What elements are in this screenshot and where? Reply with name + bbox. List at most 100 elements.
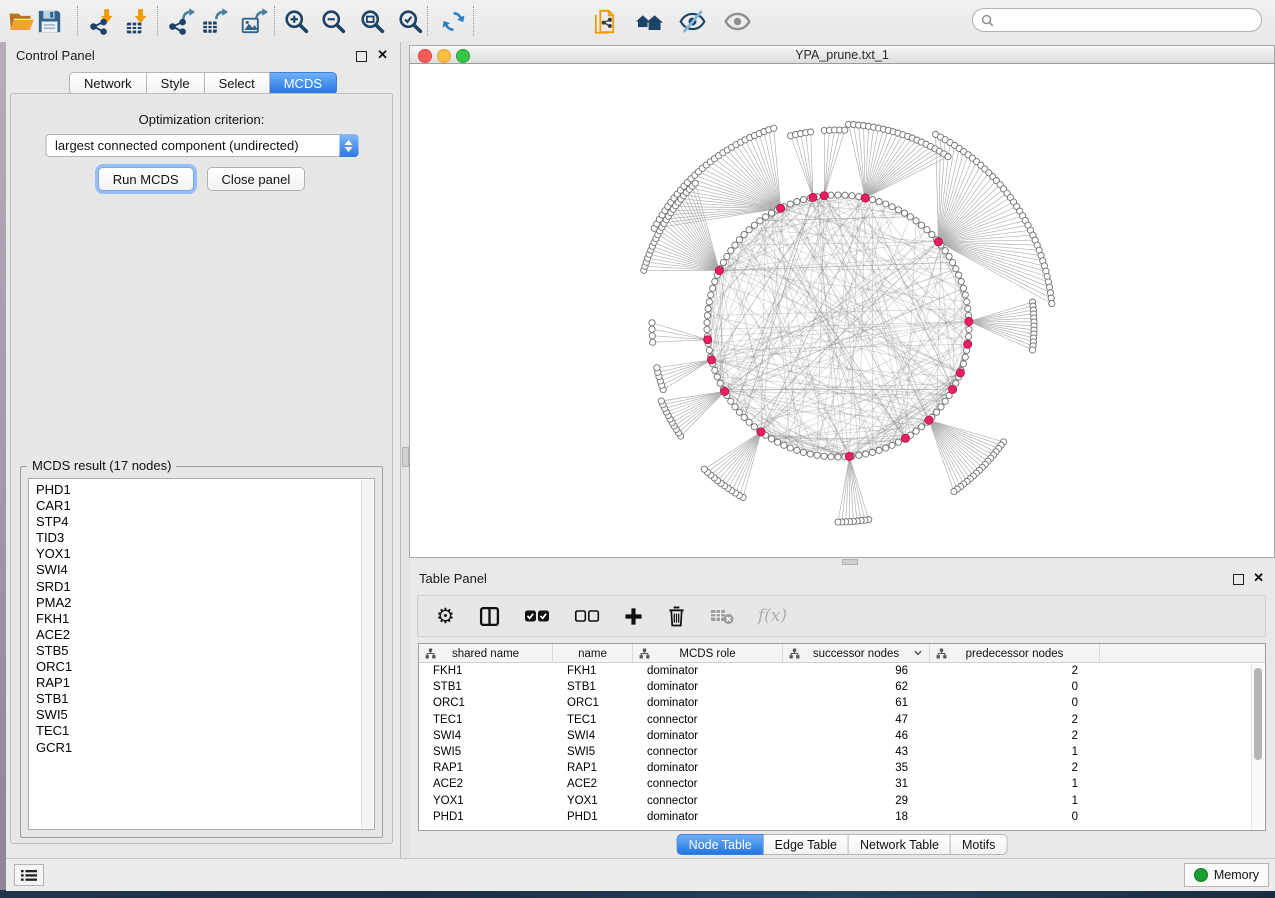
table-cell: 1 [930,746,1100,758]
toolbar-separator [427,6,428,36]
float-panel-icon[interactable] [356,51,367,62]
zoom-fit-button[interactable] [356,6,388,36]
run-mcds-button[interactable]: Run MCDS [98,167,194,191]
splitter-grip[interactable] [402,447,409,467]
add-column-button[interactable] [624,607,643,626]
mcds-result-item[interactable]: TEC1 [36,723,374,739]
tab-mcds[interactable]: MCDS [270,72,337,95]
table-row[interactable]: YOX1YOX1connector291 [419,793,1265,809]
column-header-successor-nodes[interactable]: successor nodes [783,644,930,663]
table-row[interactable]: STB1STB1dominator620 [419,679,1265,695]
column-header-MCDS-role[interactable]: MCDS role [633,644,783,663]
save-button[interactable] [33,6,65,36]
function-builder-button[interactable]: f(x) [758,606,787,626]
refresh-button[interactable] [437,6,469,36]
export-image-button[interactable] [238,6,270,36]
node-table: shared namenameMCDS rolesuccessor nodesp… [418,643,1266,831]
table-cell: TEC1 [419,714,553,726]
table-settings-button[interactable]: ⚙ [436,606,455,627]
table-panel-title: Table Panel [419,571,487,586]
task-history-button[interactable] [14,864,44,886]
tab-network[interactable]: Network [69,72,147,95]
eye-button[interactable] [721,6,753,36]
float-panel-icon[interactable] [1233,574,1244,585]
mcds-result-item[interactable]: STB1 [36,691,374,707]
table-cell: connector [633,746,783,758]
table-row[interactable]: ACE2ACE2connector311 [419,776,1265,792]
tab-edge-table[interactable]: Edge Table [764,834,849,855]
delete-table-icon [710,608,734,625]
table-body: FKH1FKH1dominator962STB1STB1dominator620… [419,663,1265,825]
table-row[interactable]: SWI5SWI5connector431 [419,744,1265,760]
export-table-icon [201,8,228,35]
mcds-result-item[interactable]: SRD1 [36,579,374,595]
trash-icon [667,606,686,627]
table-cell: connector [633,778,783,790]
network-canvas[interactable] [409,64,1275,558]
mcds-result-item[interactable]: FKH1 [36,611,374,627]
mcds-result-item[interactable]: ACE2 [36,627,374,643]
tab-network-table[interactable]: Network Table [849,834,951,855]
export-table-button[interactable] [198,6,230,36]
mcds-buttons: Run MCDS Close panel [11,167,392,191]
export-image-icon [241,8,268,35]
delete-column-button[interactable] [667,606,686,627]
column-header-predecessor-nodes[interactable]: predecessor nodes [930,644,1100,663]
scrollbar-thumb[interactable] [1254,668,1262,760]
close-panel-icon[interactable]: ✕ [1253,570,1264,586]
export-network-button[interactable] [165,6,197,36]
mcds-result-item[interactable]: PMA2 [36,595,374,611]
mcds-result-item[interactable]: PHD1 [36,482,374,498]
mcds-result-item[interactable]: TID3 [36,530,374,546]
show-columns-button[interactable] [479,606,500,627]
table-row[interactable]: SWI4SWI4dominator462 [419,728,1265,744]
columns-icon [479,606,500,627]
mcds-result-item[interactable]: SWI4 [36,562,374,578]
deselect-all-button[interactable] [574,609,600,623]
memory-button[interactable]: Memory [1184,863,1269,887]
table-scrollbar[interactable] [1251,664,1264,829]
eye-slash-button[interactable] [676,6,708,36]
mcds-result-item[interactable]: STP4 [36,514,374,530]
table-row[interactable]: TEC1TEC1connector472 [419,712,1265,728]
table-row[interactable]: ORC1ORC1dominator610 [419,695,1265,711]
tab-style[interactable]: Style [147,72,205,95]
column-header-shared-name[interactable]: shared name [419,644,553,663]
zoom-in-button[interactable] [280,6,312,36]
close-panel-button[interactable]: Close panel [207,167,306,191]
table-cell: 2 [930,762,1100,774]
mcds-result-item[interactable]: YOX1 [36,546,374,562]
tab-motifs[interactable]: Motifs [951,834,1007,855]
horizontal-splitter[interactable] [409,558,1275,565]
tab-select[interactable]: Select [205,72,270,95]
table-row[interactable]: FKH1FKH1dominator962 [419,663,1265,679]
import-network-button[interactable] [86,6,118,36]
criterion-select[interactable]: largest connected component (undirected) [45,134,358,157]
mcds-result-item[interactable]: ORC1 [36,659,374,675]
column-header-name[interactable]: name [553,644,633,663]
search-input[interactable] [999,12,1261,28]
mcds-result-item[interactable]: CAR1 [36,498,374,514]
search-field [972,8,1262,32]
houses-button[interactable] [633,6,665,36]
mcds-result-item[interactable]: STB5 [36,643,374,659]
mcds-result-group: MCDS result (17 nodes) PHD1CAR1STP4TID3Y… [20,466,383,838]
delete-table-button[interactable] [710,608,734,625]
network-window: YPA_prune.txt_1 [409,45,1275,558]
close-panel-icon[interactable]: ✕ [377,47,388,63]
import-table-button[interactable] [121,6,153,36]
tab-node-table[interactable]: Node Table [677,834,764,855]
table-cell: ORC1 [419,697,553,709]
table-row[interactable]: RAP1RAP1dominator352 [419,760,1265,776]
mcds-result-item[interactable]: GCR1 [36,740,374,756]
zoom-out-button[interactable] [317,6,349,36]
list-scrollbar[interactable] [361,480,373,828]
mcds-result-item[interactable]: SWI5 [36,707,374,723]
table-cell: 61 [783,697,930,709]
zoom-selected-button[interactable] [394,6,426,36]
clone-network-button[interactable] [590,6,622,36]
table-row[interactable]: PHD1PHD1dominator180 [419,809,1265,825]
table-cell: ACE2 [419,778,553,790]
select-all-button[interactable] [524,609,550,623]
mcds-result-item[interactable]: RAP1 [36,675,374,691]
